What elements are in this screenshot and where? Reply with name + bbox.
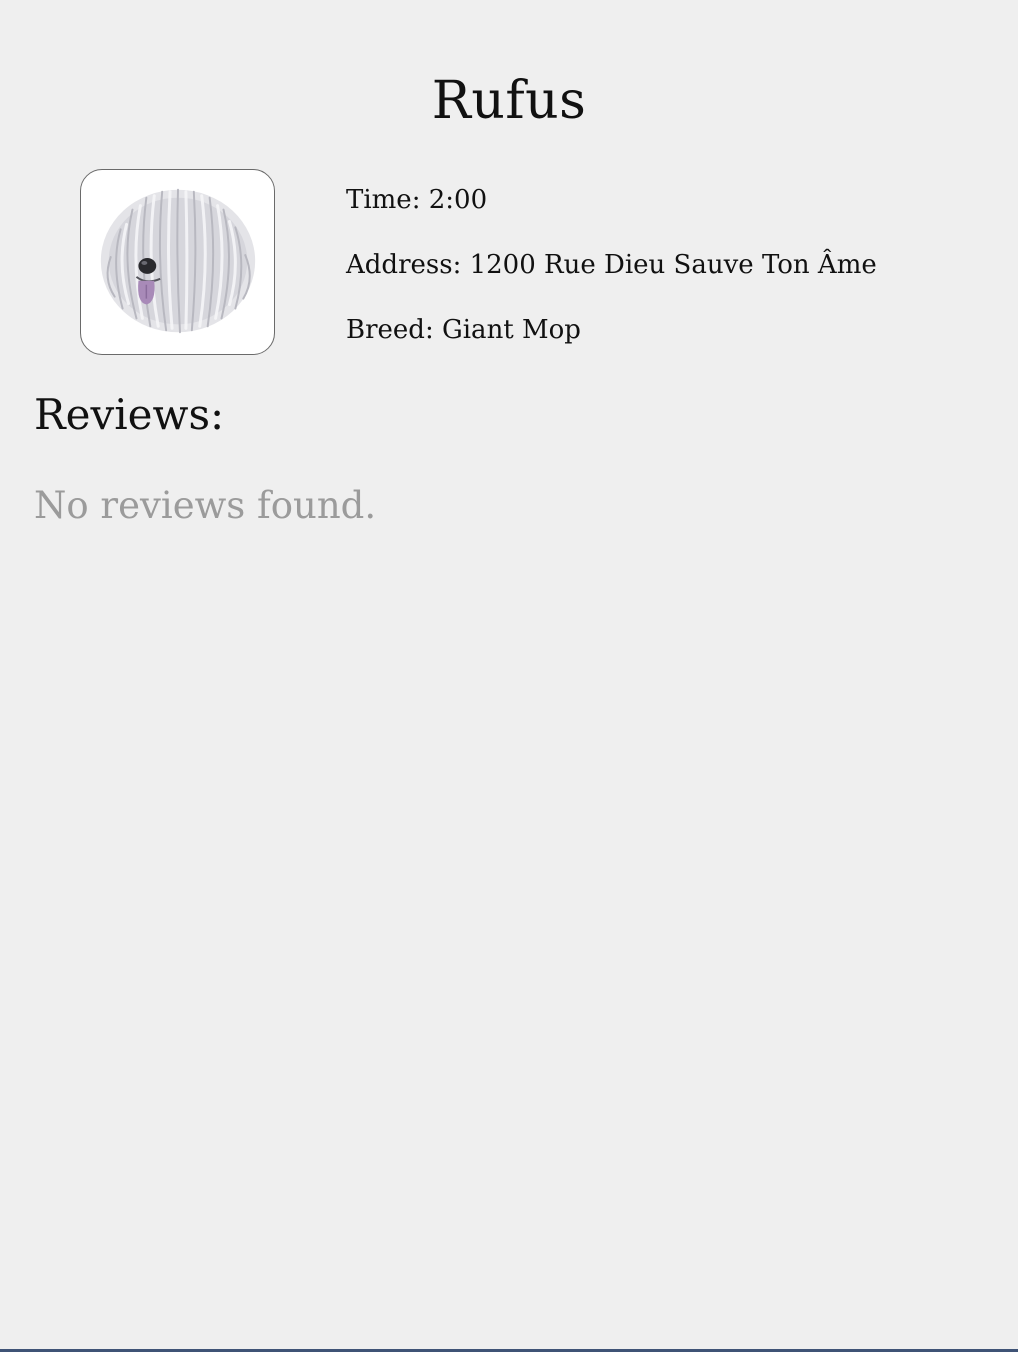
pet-breed: Breed: Giant Mop xyxy=(346,315,581,345)
pet-name-title: Rufus xyxy=(431,71,587,131)
shaggy-dog-icon xyxy=(100,188,256,334)
pet-photo xyxy=(80,169,275,355)
appointment-address: Address: 1200 Rue Dieu Sauve Ton Âme xyxy=(346,250,877,280)
reviews-heading: Reviews: xyxy=(34,390,225,439)
no-reviews-message: No reviews found. xyxy=(34,484,377,527)
appointment-time: Time: 2:00 xyxy=(346,185,488,215)
